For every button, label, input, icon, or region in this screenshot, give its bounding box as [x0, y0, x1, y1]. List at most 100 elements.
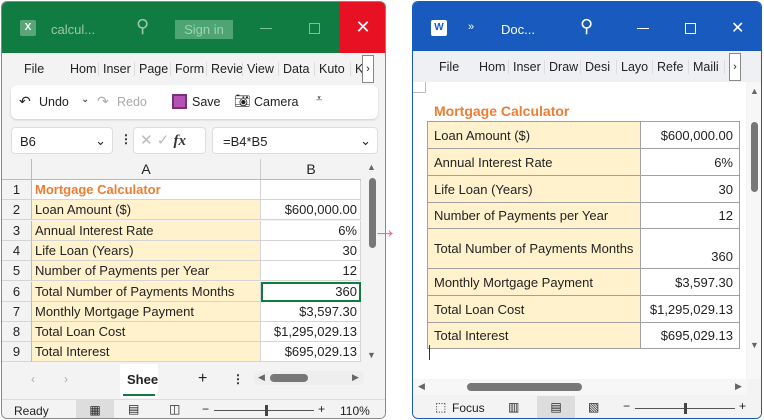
- cell-b1[interactable]: [261, 180, 361, 200]
- zoom-slider[interactable]: [635, 403, 735, 414]
- save-button[interactable]: Save: [192, 95, 221, 109]
- customize-qat-icon[interactable]: ⩡: [316, 93, 322, 106]
- row-header[interactable]: 7: [2, 301, 32, 322]
- cell-a8[interactable]: Total Loan Cost: [32, 322, 261, 343]
- sheet-tab[interactable]: Shee: [120, 364, 158, 398]
- page-layout-icon[interactable]: ▤: [128, 402, 139, 416]
- maximize-button[interactable]: [309, 23, 320, 34]
- minimize-button[interactable]: [260, 28, 272, 29]
- zoom-in-icon[interactable]: +: [739, 399, 746, 413]
- tab-file[interactable]: File: [20, 62, 66, 76]
- cell-b3[interactable]: 6%: [261, 220, 361, 241]
- zoom-in-icon[interactable]: +: [318, 402, 325, 416]
- tab-page-layout[interactable]: Page: [135, 61, 171, 76]
- chevron-down-icon[interactable]: ⌄: [95, 133, 106, 149]
- cell-a7[interactable]: Monthly Mortgage Payment: [32, 301, 261, 322]
- scroll-thumb[interactable]: [467, 383, 582, 391]
- tab-data[interactable]: Data: [279, 61, 315, 76]
- row-header[interactable]: 1: [2, 180, 32, 200]
- undo-icon[interactable]: ↶: [19, 93, 31, 110]
- tab-review[interactable]: Revie: [207, 61, 243, 76]
- add-sheet-icon[interactable]: +: [198, 370, 207, 388]
- read-mode-icon[interactable]: ▥: [508, 400, 519, 414]
- zoom-out-icon[interactable]: −: [623, 399, 630, 413]
- tab-home[interactable]: Hom: [475, 59, 509, 74]
- camera-button[interactable]: Camera: [254, 95, 298, 109]
- column-header-a[interactable]: A: [32, 159, 261, 180]
- tab-insert[interactable]: Inser: [509, 59, 545, 74]
- more-commands-icon[interactable]: »: [468, 21, 474, 33]
- close-button[interactable]: ✕: [339, 2, 385, 53]
- print-layout-icon[interactable]: ▤: [537, 396, 575, 418]
- search-icon[interactable]: ⚲: [580, 16, 593, 37]
- tab-design[interactable]: Desi: [581, 59, 617, 74]
- cell-a4[interactable]: Life Loan (Years): [32, 240, 261, 261]
- cell-b2[interactable]: $600,000.00: [261, 200, 361, 221]
- cell-a5[interactable]: Number of Payments per Year: [32, 261, 261, 282]
- fx-icon[interactable]: fx: [174, 133, 187, 149]
- cell-b8[interactable]: $1,295,029.13: [261, 322, 361, 343]
- vertical-scrollbar[interactable]: ▲ ▼: [365, 162, 379, 362]
- undo-button[interactable]: Undo: [39, 95, 69, 109]
- chevron-down-icon[interactable]: ⌄: [360, 133, 371, 149]
- select-all-corner[interactable]: [2, 159, 32, 180]
- tab-home[interactable]: Hom: [66, 61, 99, 76]
- cell-b5[interactable]: 12: [261, 261, 361, 282]
- row-header[interactable]: 2: [2, 200, 32, 221]
- sheet-next-icon[interactable]: ›: [64, 372, 68, 386]
- cell-b9[interactable]: $695,029.13: [261, 342, 361, 363]
- cell-b7[interactable]: $3,597.30: [261, 301, 361, 322]
- enter-icon[interactable]: ✓: [157, 132, 170, 149]
- search-icon[interactable]: ⚲: [136, 16, 149, 37]
- zoom-out-icon[interactable]: −: [202, 402, 209, 416]
- sheet-options-icon[interactable]: ⋮: [232, 372, 244, 386]
- tab-layout[interactable]: Layo: [617, 59, 653, 74]
- cancel-icon[interactable]: ✕: [140, 132, 153, 149]
- tab-view[interactable]: View: [243, 61, 279, 76]
- row-header[interactable]: 6: [2, 281, 32, 302]
- undo-dropdown-icon[interactable]: ⌄: [81, 94, 89, 105]
- column-header-b[interactable]: B: [261, 159, 361, 180]
- cell-a1[interactable]: Mortgage Calculator: [32, 180, 261, 200]
- name-box[interactable]: B6 ⌄: [11, 127, 113, 154]
- tab-mailings[interactable]: Maili: [689, 59, 725, 74]
- row-header[interactable]: 9: [2, 342, 32, 363]
- cell-a2[interactable]: Loan Amount ($): [32, 200, 261, 221]
- focus-icon[interactable]: ⬚: [435, 400, 446, 414]
- ribbon-more-button[interactable]: ›: [362, 55, 374, 83]
- row-header[interactable]: 3: [2, 220, 32, 241]
- scroll-down-icon[interactable]: ▼: [367, 350, 376, 360]
- document-area[interactable]: Mortgage Calculator Loan Amount ($) $600…: [413, 82, 746, 379]
- row-header[interactable]: 8: [2, 322, 32, 343]
- zoom-level[interactable]: 110%: [340, 404, 370, 418]
- tab-draw[interactable]: Draw: [545, 59, 581, 74]
- tab-references[interactable]: Refe: [653, 59, 689, 74]
- horizontal-scrollbar[interactable]: ◀ ▶: [413, 379, 747, 395]
- zoom-slider[interactable]: [214, 405, 314, 416]
- horizontal-scrollbar[interactable]: ◀ ▶: [254, 371, 364, 385]
- vertical-scrollbar[interactable]: ▲ ▼: [747, 82, 761, 379]
- cell-b4[interactable]: 30: [261, 240, 361, 261]
- save-icon[interactable]: [172, 94, 187, 109]
- maximize-button[interactable]: [685, 23, 696, 34]
- sheet-prev-icon[interactable]: ‹: [31, 372, 35, 386]
- row-header[interactable]: 5: [2, 261, 32, 282]
- formula-bar[interactable]: =B4*B5 ⌄: [212, 127, 378, 154]
- tab-file[interactable]: File: [435, 60, 475, 74]
- row-header[interactable]: 4: [2, 240, 32, 261]
- tab-insert[interactable]: Inser: [99, 61, 135, 76]
- normal-view-icon[interactable]: ▦: [76, 400, 114, 418]
- cell-a9[interactable]: Total Interest: [32, 342, 261, 363]
- focus-button[interactable]: Focus: [452, 401, 485, 415]
- camera-icon[interactable]: 📷︎: [234, 93, 251, 109]
- web-layout-icon[interactable]: ▧: [588, 400, 599, 414]
- tab-formulas[interactable]: Form: [171, 61, 207, 76]
- tab-kutools[interactable]: Kuto: [315, 61, 351, 76]
- cell-a3[interactable]: Annual Interest Rate: [32, 220, 261, 241]
- sign-in-button[interactable]: Sign in: [175, 20, 233, 39]
- scroll-down-icon[interactable]: ▼: [750, 340, 759, 350]
- scroll-up-icon[interactable]: ▲: [367, 162, 376, 172]
- minimize-button[interactable]: [637, 28, 649, 29]
- ribbon-more-button[interactable]: ›: [729, 53, 741, 81]
- close-button[interactable]: ✕: [731, 18, 744, 38]
